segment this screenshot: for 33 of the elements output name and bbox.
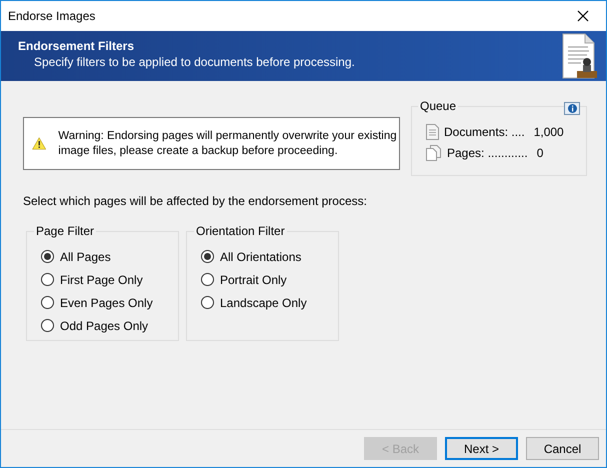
radio-button[interactable] (201, 296, 214, 309)
info-button[interactable] (564, 102, 580, 115)
radio-label[interactable]: Even Pages Only (60, 296, 153, 310)
radio-label[interactable]: All Pages (60, 250, 111, 264)
queue-count: 0 (536, 146, 544, 160)
window-title: Endorse Images (8, 9, 96, 23)
queue-count: 1,000 (534, 124, 564, 138)
document-icon (426, 124, 439, 140)
instruction-text: Select which pages will be affected by the endorsement process: (23, 194, 368, 208)
wizard-button[interactable]: Cancel (526, 437, 599, 460)
info-icon (568, 104, 576, 113)
radio-button[interactable] (41, 319, 54, 332)
header-subtitle: Specify filters to be applied to documents before processing. (33, 55, 355, 69)
header-title: Endorsement Filters (18, 39, 136, 53)
radio-button[interactable] (41, 250, 54, 263)
radio-label[interactable]: Portrait Only (220, 272, 287, 286)
wizard-button[interactable]: Next > (445, 437, 518, 460)
radio-button[interactable] (201, 250, 214, 263)
radio-button[interactable] (41, 296, 54, 309)
close-icon (577, 10, 589, 22)
group-title: Queue (418, 99, 458, 113)
radio-button[interactable] (41, 273, 54, 286)
radio-label[interactable]: All Orientations (220, 250, 302, 264)
group-title: Page Filter (34, 224, 96, 238)
radio-label[interactable]: Odd Pages Only (60, 318, 148, 332)
group-title: Orientation Filter (194, 224, 287, 238)
radio-button[interactable] (201, 273, 214, 286)
queue-label: Documents: .... (444, 124, 525, 138)
radio-label[interactable]: First Page Only (60, 272, 143, 286)
warning-text: Warning: Endorsing pages will permanently overwrite your existing image files, please create a backup before proceeding. (58, 128, 398, 158)
radio-label[interactable]: Landscape Only (220, 296, 307, 310)
queue-label: Pages: ............ (447, 146, 528, 160)
pages-icon (426, 144, 442, 160)
